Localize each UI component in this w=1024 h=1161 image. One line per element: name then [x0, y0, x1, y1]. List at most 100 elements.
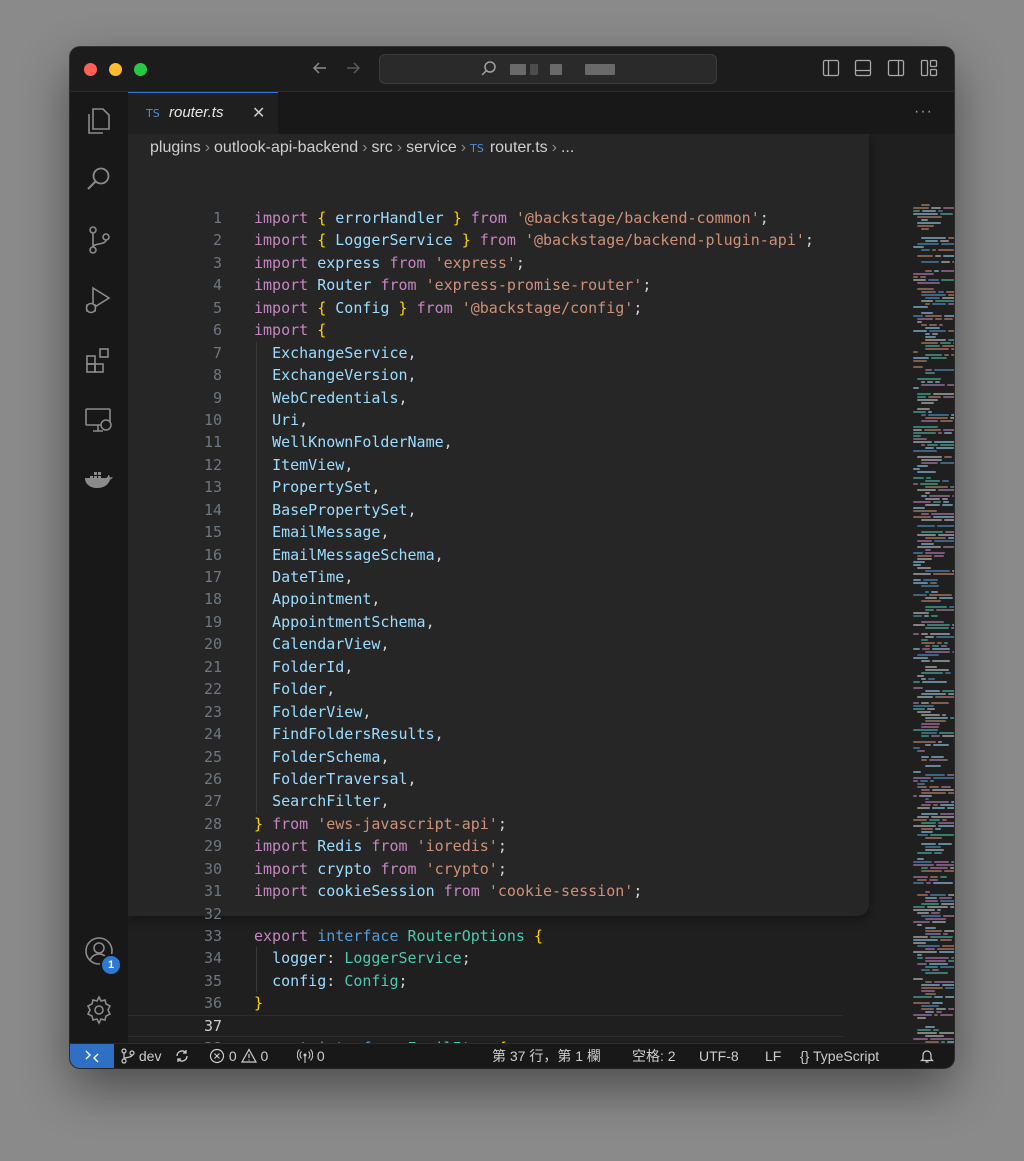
code-line[interactable]: 29 import Redis from 'ioredis';	[128, 835, 843, 857]
code-line[interactable]: 35 config: Config;	[128, 969, 843, 993]
language-mode[interactable]: {} TypeScript	[800, 1047, 879, 1065]
search-icon[interactable]	[83, 164, 115, 196]
code-line[interactable]: 25 FolderSchema,	[128, 745, 843, 768]
more-actions-icon[interactable]: ···	[914, 103, 933, 121]
code-line[interactable]: 14 BasePropertySet,	[128, 498, 843, 522]
error-icon	[209, 1048, 225, 1064]
code-line[interactable]: 34 logger: LoggerService;	[128, 947, 843, 970]
minimap-line	[933, 501, 941, 503]
code-line[interactable]: 21 FolderId,	[128, 655, 843, 679]
code-line[interactable]: 7 ExchangeService,	[128, 341, 843, 365]
docker-icon[interactable]	[83, 464, 115, 496]
close-tab-icon[interactable]: ✕	[252, 103, 265, 123]
code-line[interactable]: 32	[128, 903, 843, 925]
minimap-line	[926, 477, 931, 479]
code-line[interactable]: 37	[128, 1015, 843, 1037]
line-number: 22	[203, 680, 222, 699]
minimap[interactable]	[913, 204, 954, 1043]
minimap-line	[921, 600, 941, 602]
minimap-line	[945, 996, 954, 998]
minimap-line	[913, 315, 923, 317]
code-line[interactable]: 15 EmailMessage,	[128, 521, 843, 544]
minimap-line	[917, 255, 933, 257]
source-control-icon[interactable]	[83, 224, 115, 256]
run-debug-icon[interactable]	[83, 284, 115, 316]
minimap-line	[913, 273, 934, 275]
ports-status[interactable]: 0	[296, 1047, 325, 1065]
code-lines[interactable]: 1 import { errorHandler } from '@backstag…	[128, 207, 843, 1043]
explorer-icon[interactable]	[83, 105, 115, 137]
customize-layout-icon[interactable]	[920, 59, 938, 77]
code-line[interactable]: 17 DateTime,	[128, 566, 843, 589]
cursor-position[interactable]: 第 37 行，第 1 欄	[492, 1047, 601, 1065]
minimap-line	[930, 1038, 954, 1040]
code-line[interactable]: 8 ExchangeVersion,	[128, 364, 843, 387]
code-line[interactable]: 1 import { errorHandler } from '@backstag…	[128, 207, 843, 229]
minimap-line	[917, 243, 939, 245]
code-line[interactable]: 16 EmailMessageSchema,	[128, 543, 843, 566]
problems-status[interactable]: 0 0	[209, 1047, 268, 1065]
extensions-icon[interactable]	[83, 344, 115, 376]
toggle-panel-icon[interactable]	[854, 59, 872, 77]
eol-status[interactable]: LF	[765, 1047, 781, 1065]
encoding-status[interactable]: UTF-8	[699, 1047, 739, 1065]
breadcrumb-ellipsis[interactable]: ...	[561, 139, 574, 156]
toggle-primary-sidebar-icon[interactable]	[822, 59, 840, 77]
code-line[interactable]: 19 AppointmentSchema,	[128, 610, 843, 634]
code-line[interactable]: 28} from 'ews-javascript-api';	[128, 813, 843, 835]
code-line[interactable]: 36}	[128, 992, 843, 1014]
minimap-line	[917, 954, 922, 956]
settings-gear-icon[interactable]	[83, 994, 115, 1026]
code-line[interactable]: 20 CalendarView,	[128, 633, 843, 656]
code-line[interactable]: 10 Uri,	[128, 408, 843, 432]
minimap-line	[942, 345, 954, 347]
minimap-line	[939, 597, 953, 599]
minimap-line	[921, 513, 929, 515]
minimap-line	[921, 870, 942, 872]
code-line[interactable]: 33 export interface RouterOptions {	[128, 925, 843, 947]
code-line[interactable]: 11 WellKnownFolderName,	[128, 431, 843, 454]
code-line[interactable]: 26 FolderTraversal,	[128, 767, 843, 791]
sync-icon[interactable]	[174, 1047, 190, 1065]
code-editor[interactable]: 1 import { errorHandler } from '@backstag…	[128, 134, 954, 1043]
indentation-status[interactable]: 空格: 2	[632, 1047, 676, 1065]
code-line[interactable]: 9 WebCredentials,	[128, 386, 843, 409]
code-line[interactable]: 6 import {	[128, 319, 843, 341]
minimize-window-button[interactable]	[109, 63, 122, 76]
code-line[interactable]: 24 FindFoldersResults,	[128, 723, 843, 746]
go-back-arrow-icon[interactable]	[309, 57, 331, 79]
code-line[interactable]: 23 FolderView,	[128, 700, 843, 724]
notifications-bell-icon[interactable]	[919, 1047, 935, 1065]
code-line[interactable]: 3 import express from 'express';	[128, 252, 843, 274]
close-window-button[interactable]	[84, 63, 97, 76]
tab-router-ts[interactable]: TS router.ts ✕	[128, 92, 278, 134]
remote-indicator[interactable]	[70, 1044, 114, 1068]
minimap-line	[913, 360, 927, 362]
zoom-window-button[interactable]	[134, 63, 147, 76]
branch-status[interactable]: dev	[121, 1047, 161, 1065]
line-text: Uri,	[272, 410, 309, 429]
toggle-secondary-sidebar-icon[interactable]	[887, 59, 905, 77]
code-line[interactable]: 5 import { Config } from '@backstage/conf…	[128, 297, 843, 319]
code-line[interactable]: 31 import cookieSession from 'cookie-sess…	[128, 880, 843, 902]
code-line[interactable]: 12 ItemView,	[128, 453, 843, 477]
breadcrumb-item[interactable]: outlook-api-backend	[214, 139, 358, 156]
code-line[interactable]: 2 import { LoggerService } from '@backsta…	[128, 229, 843, 251]
code-line[interactable]: 22 Folder,	[128, 678, 843, 701]
remote-explorer-icon[interactable]	[83, 404, 115, 436]
code-line[interactable]: 27 SearchFilter,	[128, 790, 843, 813]
breadcrumb-item[interactable]: plugins	[150, 139, 201, 156]
breadcrumb-item[interactable]: service	[406, 139, 457, 156]
go-forward-arrow-icon[interactable]	[342, 57, 364, 79]
breadcrumb-file[interactable]: router.ts	[490, 139, 548, 156]
code-line[interactable]: 30 import crypto from 'crypto';	[128, 858, 843, 880]
minimap-line	[921, 1005, 939, 1007]
minimap-line	[913, 882, 924, 884]
code-line[interactable]: 4 import Router from 'express-promise-rou…	[128, 274, 843, 296]
code-line[interactable]: 18 Appointment,	[128, 588, 843, 611]
command-center-search[interactable]	[379, 54, 717, 84]
breadcrumb-item[interactable]: src	[371, 139, 392, 156]
minimap-line	[913, 708, 925, 710]
code-line[interactable]: 13 PropertySet,	[128, 476, 843, 499]
minimap-line	[941, 261, 950, 263]
